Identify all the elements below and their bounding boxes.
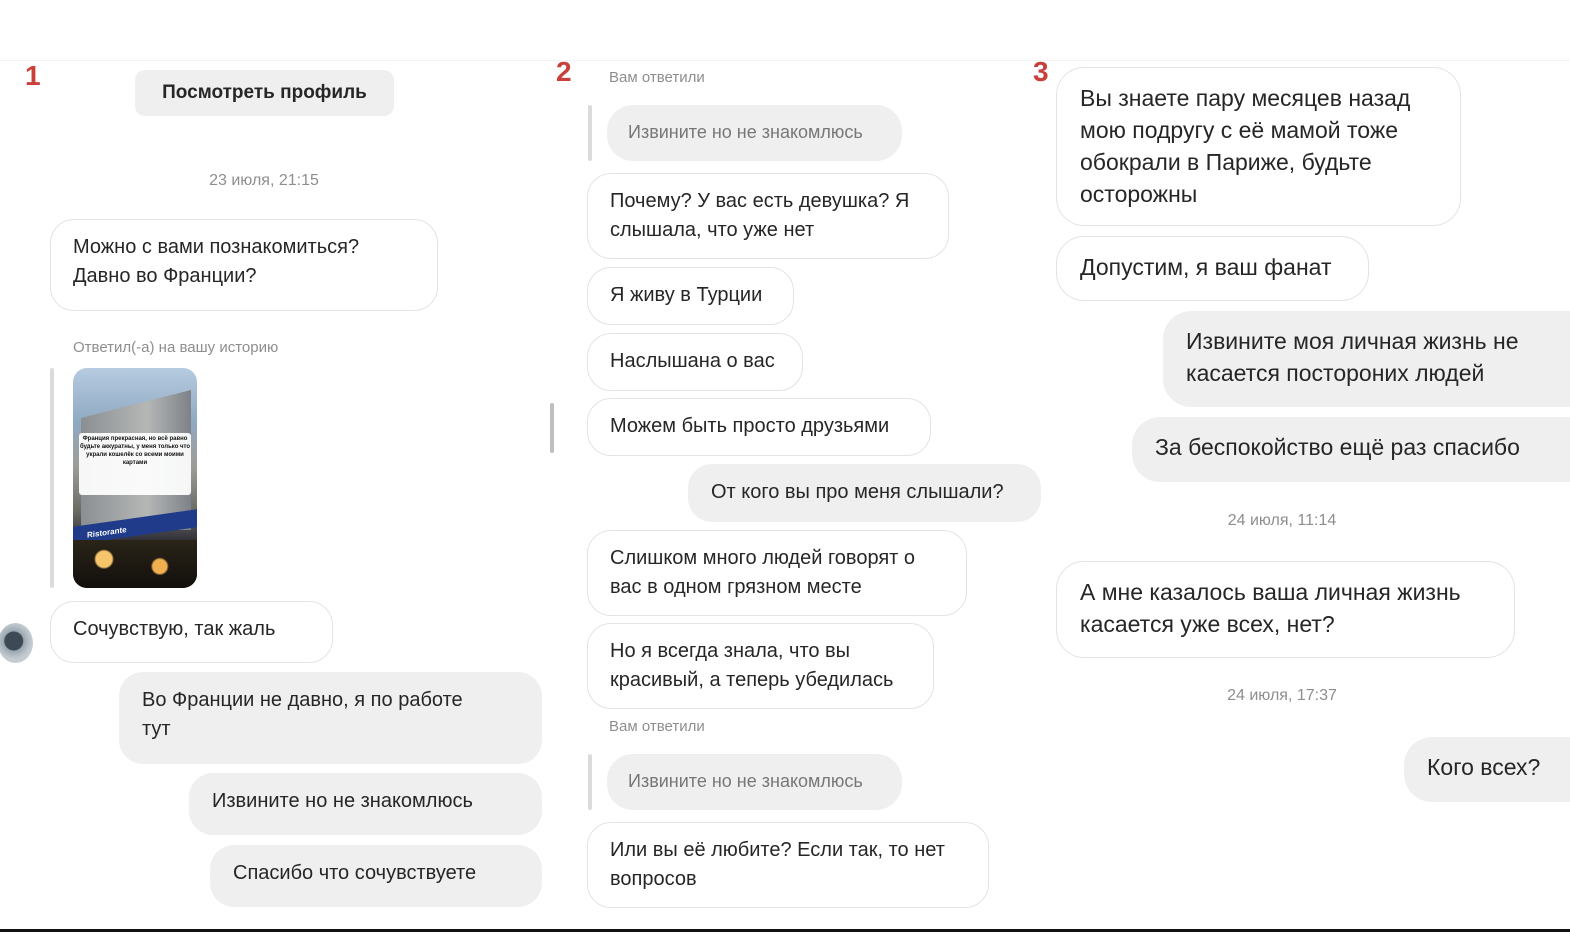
incoming-message: Но я всегда знала, что вы красивый, а те…: [587, 623, 934, 709]
reply-quote-bar: [588, 105, 592, 161]
replied-label: Вам ответили: [609, 69, 705, 86]
incoming-message: Можно с вами познакомиться? Давно во Фра…: [50, 219, 438, 311]
panel-number-3: 3: [1033, 56, 1049, 87]
bottom-divider: [0, 929, 1570, 932]
panel-number-1: 1: [25, 60, 41, 91]
user-avatar[interactable]: [0, 623, 33, 663]
outgoing-message: Спасибо что сочувствуете: [210, 845, 542, 907]
timestamp: 24 июля, 17:37: [1227, 687, 1337, 704]
outgoing-message: Извините но не знакомлюсь: [189, 773, 542, 835]
header-divider: [0, 60, 1570, 61]
panel-number-2: 2: [556, 56, 572, 87]
incoming-message: Я живу в Турции: [587, 267, 794, 325]
timestamp: 24 июля, 11:14: [1227, 512, 1337, 529]
story-thumbnail[interactable]: Франция прекрасная, но всё равно будьте …: [73, 368, 197, 588]
quoted-message: Извините но не знакомлюсь: [607, 754, 902, 810]
timestamp: 23 июля, 21:15: [209, 172, 319, 189]
incoming-message: А мне казалось ваша личная жизнь касаетс…: [1056, 561, 1515, 658]
outgoing-message: Извините моя личная жизнь не касается по…: [1163, 311, 1570, 407]
incoming-message: Можем быть просто друзьями: [587, 398, 931, 456]
replied-label: Вам ответили: [609, 718, 705, 735]
outgoing-message: Кого всех?: [1404, 737, 1570, 802]
outgoing-message: За беспокойство ещё раз спасибо: [1132, 417, 1570, 482]
incoming-message: Слишком много людей говорят о вас в одно…: [587, 530, 967, 616]
view-profile-button[interactable]: Посмотреть профиль: [135, 70, 394, 116]
incoming-message: Почему? У вас есть девушка? Я слышала, ч…: [587, 173, 949, 259]
story-reply-label: Ответил(-а) на вашу историю: [73, 339, 279, 356]
outgoing-message: От кого вы про меня слышали?: [688, 464, 1041, 522]
quoted-message: Извините но не знакомлюсь: [607, 105, 902, 161]
reply-quote-bar: [588, 754, 592, 810]
scrollbar-thumb[interactable]: [550, 403, 554, 453]
incoming-message: Допустим, я ваш фанат: [1056, 236, 1369, 301]
reply-quote-bar: [50, 368, 54, 588]
outgoing-message: Во Франции не давно, я по работе тут: [119, 672, 542, 764]
incoming-message: Сочувствую, так жаль: [50, 601, 333, 663]
incoming-message: Наслышана о вас: [587, 333, 803, 391]
incoming-message: Вы знаете пару месяцев назад мою подругу…: [1056, 67, 1461, 226]
story-lights: [73, 540, 197, 588]
story-caption: Франция прекрасная, но всё равно будьте …: [79, 433, 191, 495]
incoming-message: Или вы её любите? Если так, то нет вопро…: [587, 822, 989, 908]
